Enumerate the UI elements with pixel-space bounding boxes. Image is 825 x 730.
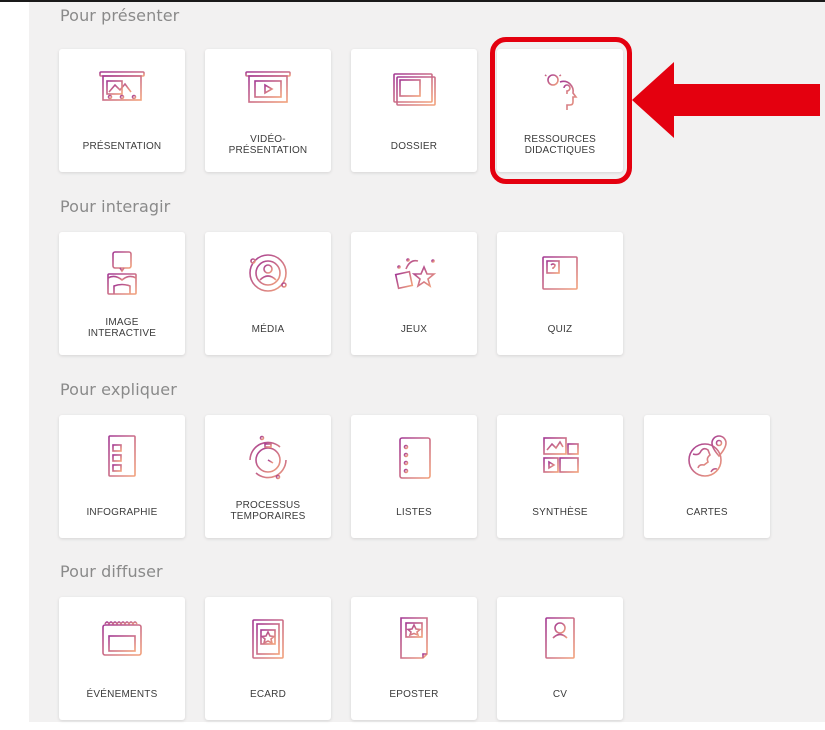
tile-eposter[interactable]: EPOSTER xyxy=(351,597,477,720)
tile-media[interactable]: MÉDIA xyxy=(205,232,331,355)
tile-label: MÉDIA xyxy=(251,324,285,335)
tile-infographie[interactable]: INFOGRAPHIE xyxy=(59,415,185,538)
tile-processus-temporaires[interactable]: PROCESSUS TEMPORAIRES xyxy=(205,415,331,538)
cv-profile-icon xyxy=(530,614,590,666)
tile-jeux[interactable]: JEUX xyxy=(351,232,477,355)
tile-synthese[interactable]: SYNTHÈSE xyxy=(497,415,623,538)
tile-label: CARTES xyxy=(686,507,728,518)
quiz-board-icon xyxy=(530,249,590,301)
presentation-board-icon xyxy=(92,66,152,118)
section-title-interagir: Pour interagir xyxy=(60,197,171,216)
top-border xyxy=(0,0,825,2)
games-puzzle-star-icon xyxy=(384,249,444,301)
tile-cv[interactable]: CV xyxy=(497,597,623,720)
tile-label: JEUX xyxy=(400,324,428,335)
media-orbit-icon xyxy=(238,249,298,301)
eposter-star-icon xyxy=(384,614,444,666)
tile-image-interactive[interactable]: IMAGE INTERACTIVE xyxy=(59,232,185,355)
section-title-presenter: Pour présenter xyxy=(60,6,180,25)
timer-process-icon xyxy=(238,432,298,484)
tile-ecard[interactable]: ECARD xyxy=(205,597,331,720)
ecard-star-icon xyxy=(238,614,298,666)
tile-label: PRÉSENTATION xyxy=(82,141,162,152)
synthesis-screens-icon xyxy=(530,432,590,484)
tile-cartes[interactable]: CARTES xyxy=(644,415,770,538)
tile-label: CV xyxy=(552,689,568,700)
video-presentation-icon xyxy=(238,66,298,118)
tile-label: LISTES xyxy=(396,507,432,518)
tile-presentation[interactable]: PRÉSENTATION xyxy=(59,49,185,172)
tile-dossier[interactable]: DOSSIER xyxy=(351,49,477,172)
tile-video-presentation[interactable]: VIDÉO- PRÉSENTATION xyxy=(205,49,331,172)
tile-label: VIDÉO- PRÉSENTATION xyxy=(228,134,308,156)
tile-quiz[interactable]: QUIZ xyxy=(497,232,623,355)
tile-label: DOSSIER xyxy=(390,141,438,152)
checklist-icon xyxy=(384,432,444,484)
highlight-box xyxy=(490,37,632,184)
interactive-image-icon xyxy=(92,249,152,301)
tile-label: QUIZ xyxy=(547,324,573,335)
tile-label: ÉVÉNEMENTS xyxy=(86,689,158,700)
red-arrow-icon xyxy=(632,62,820,138)
tile-listes[interactable]: LISTES xyxy=(351,415,477,538)
infographic-icon xyxy=(92,432,152,484)
calendar-icon xyxy=(92,614,152,666)
tile-label: ECARD xyxy=(249,689,286,700)
tile-evenements[interactable]: ÉVÉNEMENTS xyxy=(59,597,185,720)
section-title-expliquer: Pour expliquer xyxy=(60,380,177,399)
tile-label: PROCESSUS TEMPORAIRES xyxy=(230,500,306,522)
section-title-diffuser: Pour diffuser xyxy=(60,562,163,581)
tile-label: IMAGE INTERACTIVE xyxy=(87,317,157,339)
tile-label: INFOGRAPHIE xyxy=(86,507,158,518)
tile-label: EPOSTER xyxy=(389,689,439,700)
tile-label: SYNTHÈSE xyxy=(532,507,588,518)
dossier-folder-icon xyxy=(384,66,444,118)
globe-pin-icon xyxy=(677,432,737,484)
